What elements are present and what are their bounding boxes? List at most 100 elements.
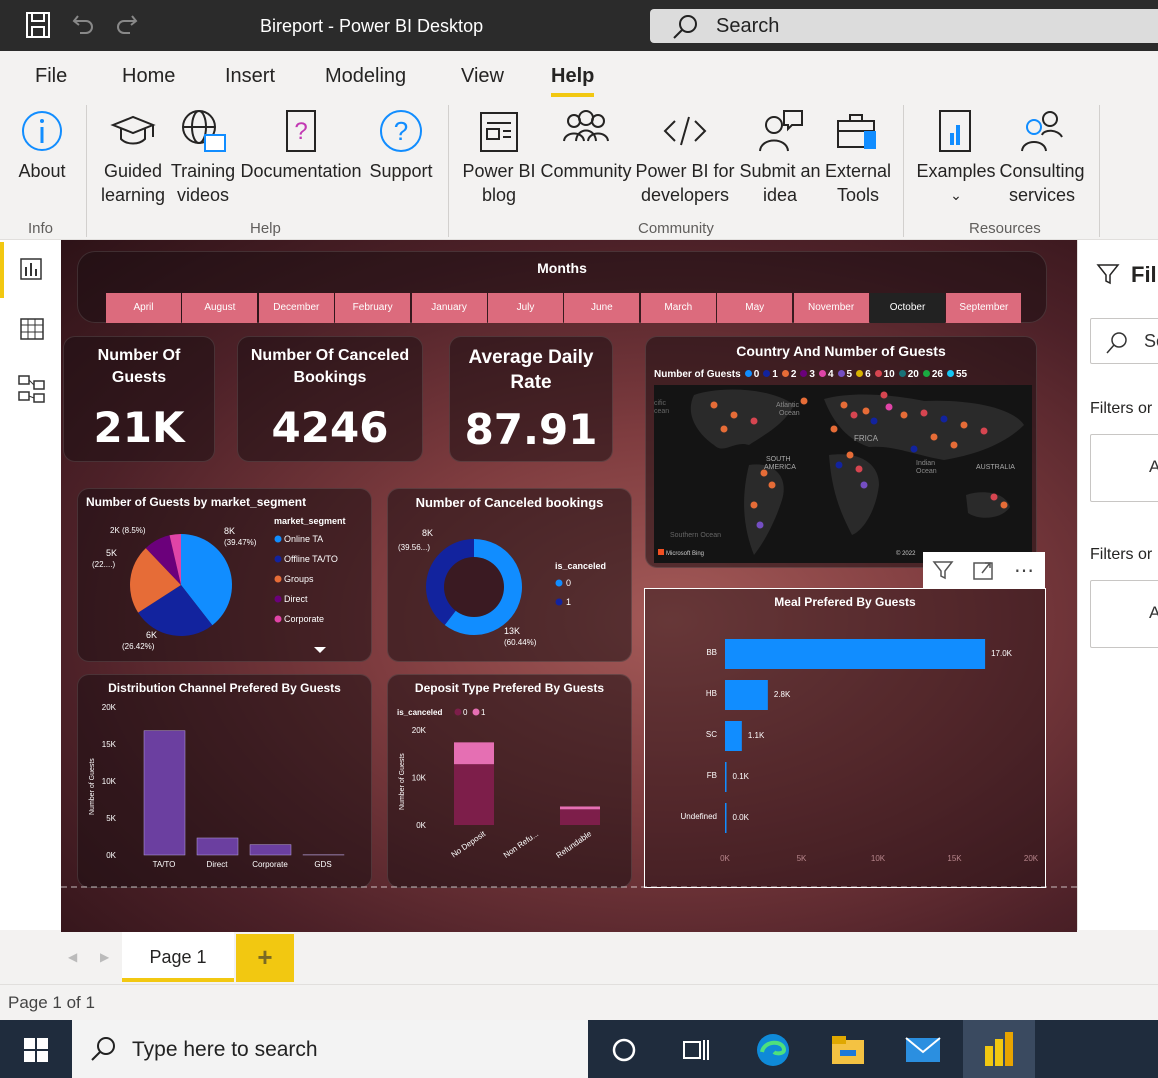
map-legend-item[interactable]: 2 (781, 369, 796, 380)
redo-icon[interactable] (116, 12, 138, 36)
power-bi-blog-button[interactable]: Power BI blog (460, 107, 538, 207)
scroll-down-icon[interactable] (314, 647, 326, 653)
map-dot (870, 417, 878, 425)
map-legend-item[interactable]: 0 (744, 369, 759, 380)
file-explorer-icon[interactable] (830, 1034, 866, 1066)
slicer-item-october[interactable]: October (870, 293, 945, 323)
menu-file[interactable]: File (35, 65, 67, 88)
map-legend-item[interactable]: 3 (800, 369, 815, 380)
external-tools-button[interactable]: External Tools (824, 107, 892, 207)
ribbon-separator (86, 105, 87, 237)
task-view-icon[interactable] (682, 1038, 710, 1062)
kpi-title: Average Daily Rate (468, 347, 594, 393)
map-legend-item[interactable]: 5 (837, 369, 852, 380)
more-options-icon[interactable]: ⋯ (1003, 552, 1045, 588)
slicer-item-january[interactable]: January (411, 293, 487, 323)
deposit-legend-item: 0 (463, 708, 468, 717)
pie-chart[interactable]: 8K (39.47%) 6K (26.42%) 5K (22....) 2K (… (78, 489, 373, 663)
bar-meal[interactable]: Meal Prefered By Guests BB 17.0K HB 2.8K SC 1… (644, 588, 1046, 888)
add-filter-page-well[interactable]: A (1090, 434, 1158, 502)
next-page-icon[interactable]: ▶ (100, 950, 109, 964)
donut-canceled-bookings[interactable]: Number of Canceled bookings 8K (39.56...… (387, 488, 632, 662)
bar-distribution-channel[interactable]: Distribution Channel Prefered By Guests … (77, 674, 372, 888)
mail-icon[interactable] (904, 1036, 942, 1064)
data-view-icon[interactable] (20, 318, 44, 340)
support-button[interactable]: ? Support (366, 107, 436, 183)
slicer-item-may[interactable]: May (717, 293, 793, 323)
map-legend-item[interactable]: 20 (898, 369, 919, 380)
deposit-bar (560, 809, 600, 825)
guided-learning-button[interactable]: Guided learning (98, 107, 168, 207)
world-map[interactable]: Atlantic Ocean FRICA SOUTH AMERICA India… (654, 385, 1032, 563)
add-filter-all-well[interactable]: A (1090, 580, 1158, 648)
group-help-label: Help (250, 220, 281, 237)
dist-chart[interactable]: Number of Guests 0K 5K 10K 15K 20K TA/TO Direc… (78, 675, 373, 889)
filters-search[interactable]: Se (1090, 318, 1158, 364)
donut-chart[interactable]: 8K (39.56...) 13K (60.44%) is_canceled 0… (388, 489, 633, 663)
meal-chart[interactable]: BB 17.0K HB 2.8K SC 1.1K FB 0.1K Undefined 0.0K 0K… (645, 589, 1045, 887)
slicer-item-june[interactable]: June (564, 293, 640, 323)
map-legend-item[interactable]: 6 (856, 369, 871, 380)
cortana-icon[interactable] (612, 1038, 636, 1062)
map-legend-item[interactable]: 4 (818, 369, 834, 380)
menu-view[interactable]: View (461, 65, 504, 88)
edge-icon[interactable] (754, 1032, 792, 1068)
tab-page-1[interactable]: Page 1 (122, 932, 234, 982)
documentation-button[interactable]: ? Documentation (238, 107, 364, 183)
examples-button[interactable]: Examples ⌄ (916, 107, 996, 207)
slicer-item-september[interactable]: September (946, 293, 1022, 323)
menu-modeling[interactable]: Modeling (325, 65, 406, 88)
meal-bar (725, 721, 742, 751)
map-legend-item[interactable]: 26 (922, 369, 943, 380)
save-icon[interactable] (26, 12, 50, 38)
slicer-item-november[interactable]: November (793, 293, 869, 323)
model-view-icon[interactable] (18, 375, 46, 403)
kpi-number-of-guests[interactable]: Number Of Guests 21K (63, 336, 215, 462)
power-bi-taskbar-button[interactable] (963, 1020, 1035, 1078)
taskbar-search[interactable]: Type here to search (72, 1020, 588, 1078)
filters-on-page-label: Filters or (1090, 400, 1153, 417)
power-bi-developers-button[interactable]: Power BI for developers (634, 107, 736, 207)
map-legend-item[interactable]: 1 (763, 369, 778, 380)
menu-home[interactable]: Home (122, 65, 175, 88)
pie-legend-item: Corporate (284, 614, 324, 624)
slicer-item-december[interactable]: December (258, 293, 334, 323)
training-videos-button[interactable]: Training videos (168, 107, 238, 207)
dist-y-tick: 10K (102, 777, 117, 786)
filter-icon[interactable] (923, 552, 963, 588)
deposit-legend-marker (472, 708, 480, 716)
consulting-services-button[interactable]: Consulting services (996, 107, 1088, 207)
kpi-canceled-bookings[interactable]: Number Of Canceled Bookings 4246 (237, 336, 423, 462)
kpi-average-daily-rate[interactable]: Average Daily Rate 87.91 (449, 336, 613, 462)
bing-logo: Microsoft Bing (666, 551, 704, 557)
slicer-item-august[interactable]: August (182, 293, 258, 323)
meal-x-tick: 5K (797, 854, 807, 863)
menu-help[interactable]: Help (551, 65, 595, 97)
focus-mode-icon[interactable] (963, 552, 1003, 588)
slicer-item-february[interactable]: February (335, 293, 411, 323)
deposit-chart[interactable]: is_canceled Number of Guests 0 10K10K20KN… (388, 675, 633, 889)
map-legend-item[interactable]: 55 (947, 369, 967, 380)
slicer-item-april[interactable]: April (106, 293, 181, 323)
submit-idea-button[interactable]: Submit an idea (736, 107, 824, 207)
svg-text:(26.42%): (26.42%) (122, 642, 155, 651)
active-view-indicator (0, 242, 4, 298)
pie-legend-item: Groups (284, 574, 314, 584)
report-view-icon[interactable] (20, 258, 42, 280)
pie-market-segment[interactable]: Number of Guests by market_segment 8K (3… (77, 488, 372, 662)
prev-page-icon[interactable]: ◀ (68, 950, 77, 964)
undo-icon[interactable] (72, 12, 94, 36)
menu-insert[interactable]: Insert (225, 65, 275, 88)
bar-deposit-type[interactable]: Deposit Type Prefered By Guests is_cance… (387, 674, 632, 888)
windows-start-icon[interactable] (24, 1038, 48, 1062)
add-page-button[interactable]: + (236, 934, 294, 982)
search-box[interactable]: Search (650, 9, 1158, 43)
map-legend-item[interactable]: 10 (874, 369, 895, 380)
map-visual[interactable]: Country And Number of Guests Number of G… (645, 336, 1037, 568)
slicer-item-march[interactable]: March (640, 293, 716, 323)
pie-legend-title: market_segment (274, 516, 346, 526)
meal-data-label: 2.8K (774, 690, 791, 699)
community-button[interactable]: Community (538, 107, 634, 183)
slicer-item-july[interactable]: July (488, 293, 563, 323)
about-button[interactable]: About (12, 107, 72, 183)
